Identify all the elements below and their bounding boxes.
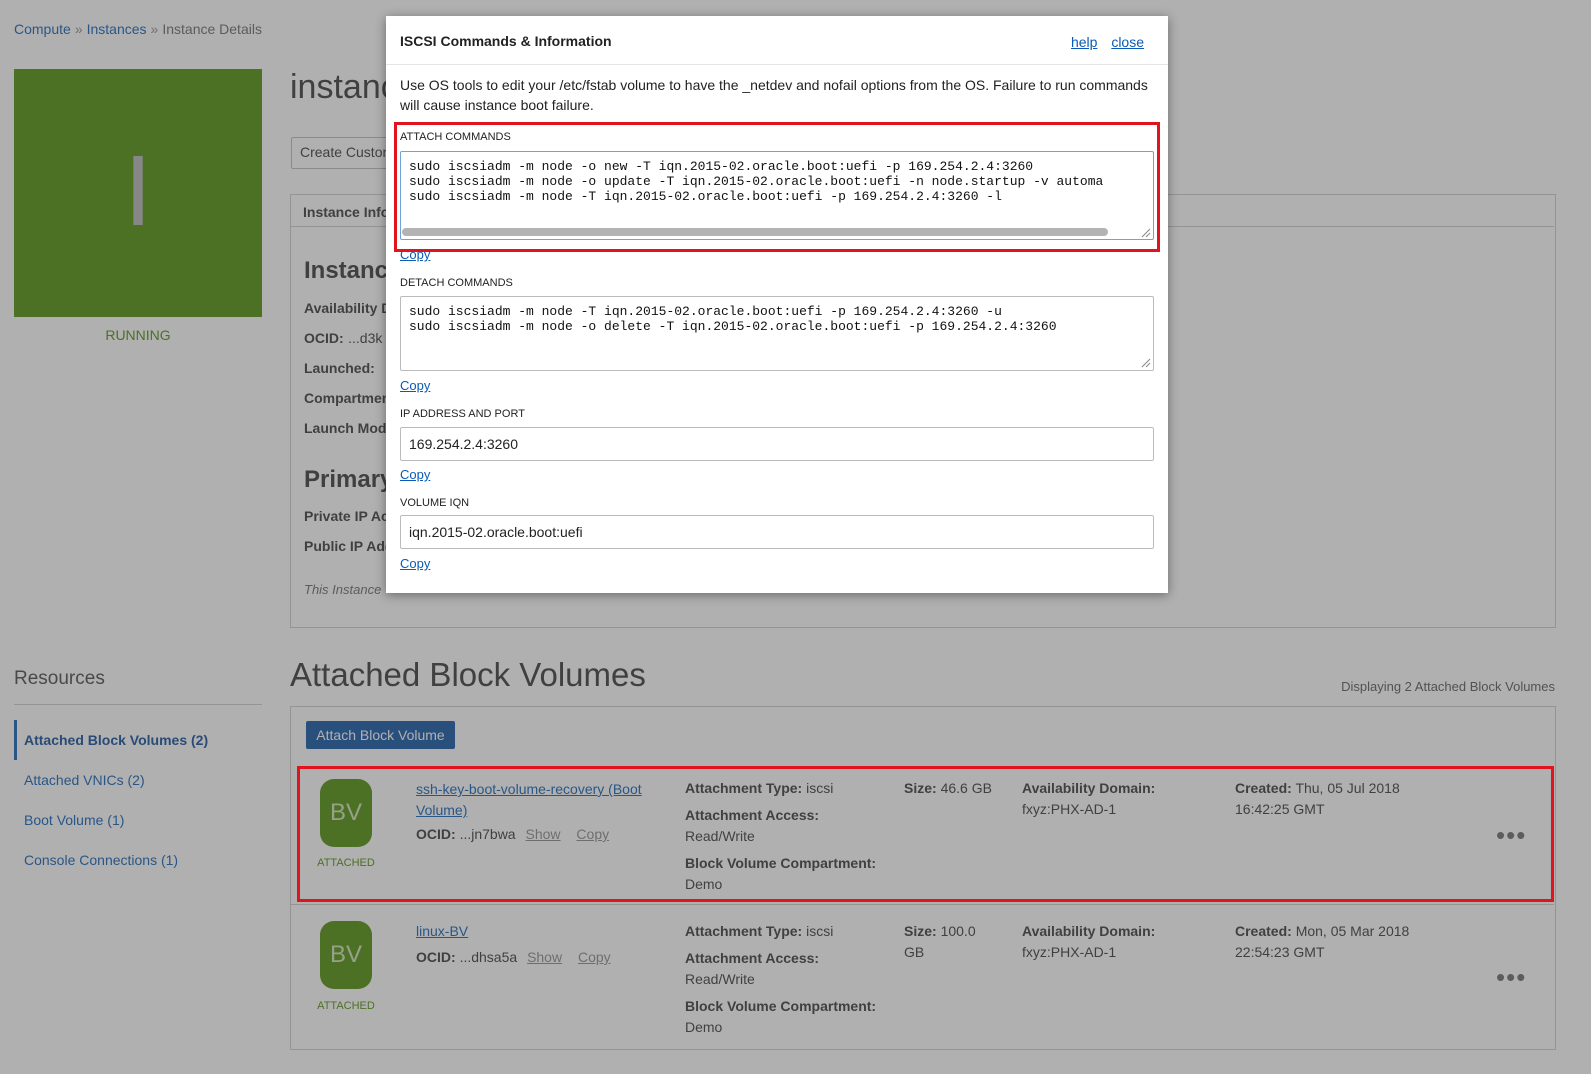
- dialog-header-links: help close: [1061, 34, 1144, 50]
- volume-iqn-label: VOLUME IQN: [400, 497, 470, 509]
- highlight-box-attach-commands: [394, 122, 1160, 252]
- dialog-title: ISCSI Commands & Information: [400, 33, 612, 49]
- close-link[interactable]: close: [1111, 34, 1144, 50]
- ip-port-field[interactable]: 169.254.2.4:3260: [400, 427, 1154, 461]
- volume-iqn-field[interactable]: iqn.2015-02.oracle.boot:uefi: [400, 515, 1154, 549]
- ip-port-label: IP ADDRESS AND PORT: [400, 408, 525, 420]
- iscsi-commands-dialog: ISCSI Commands & Information help close …: [386, 16, 1168, 593]
- highlight-box-volume-row: [297, 766, 1554, 902]
- copy-volume-iqn-link[interactable]: Copy: [400, 556, 430, 571]
- copy-detach-commands-link[interactable]: Copy: [400, 378, 430, 393]
- copy-ip-port-link[interactable]: Copy: [400, 467, 430, 482]
- resize-grip-icon[interactable]: [1141, 358, 1151, 368]
- help-link[interactable]: help: [1071, 34, 1097, 50]
- detach-commands-textarea[interactable]: sudo iscsiadm -m node -T iqn.2015-02.ora…: [400, 296, 1154, 371]
- detach-commands-label: DETACH COMMANDS: [400, 277, 513, 289]
- detach-command-line: sudo iscsiadm -m node -o delete -T iqn.2…: [409, 319, 1057, 334]
- detach-command-line: sudo iscsiadm -m node -T iqn.2015-02.ora…: [409, 304, 1002, 319]
- dialog-description: Use OS tools to edit your /etc/fstab vol…: [400, 77, 1148, 113]
